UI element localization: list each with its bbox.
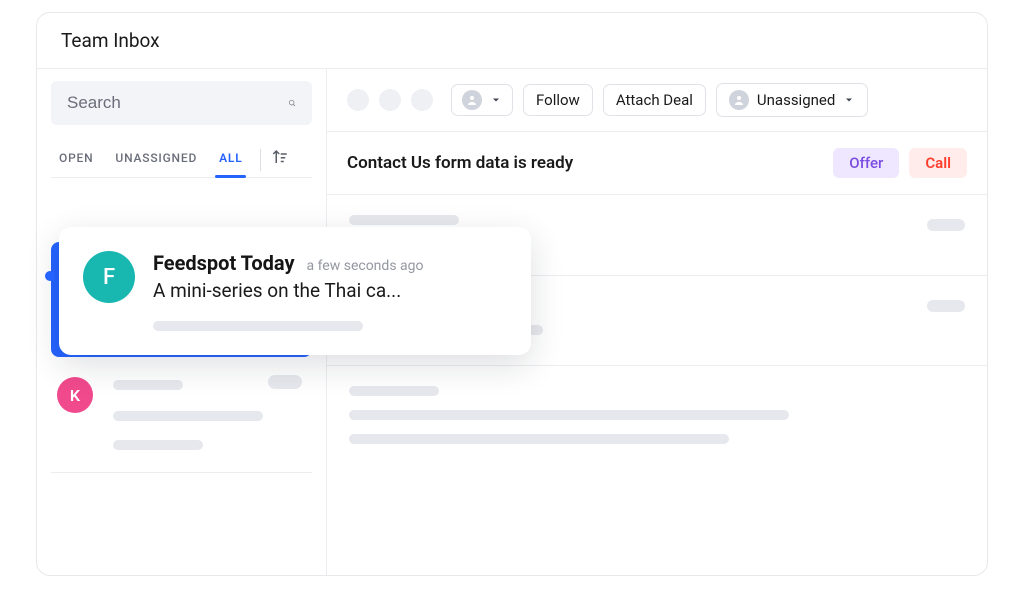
app-window: Team Inbox OPEN UNASSIGNED ALL: [36, 12, 988, 576]
toolbar: Follow Attach Deal Unassigned: [327, 69, 987, 132]
assign-label: Unassigned: [757, 91, 835, 109]
attach-deal-button[interactable]: Attach Deal: [603, 84, 706, 116]
notification-title: Feedspot Today: [153, 251, 295, 275]
conversation-item[interactable]: K: [51, 357, 312, 473]
line-skeleton: [349, 410, 789, 420]
notification-toast[interactable]: F Feedspot Today a few seconds ago A min…: [59, 227, 531, 355]
preview-skeleton: [153, 321, 363, 331]
thread-subject: Contact Us form data is ready: [347, 153, 573, 173]
action-placeholder-icon[interactable]: [347, 89, 369, 111]
notification-subject: A mini-series on the Thai ca...: [153, 279, 507, 302]
filter-tabs: OPEN UNASSIGNED ALL: [51, 143, 312, 178]
search-icon: [288, 93, 296, 113]
follow-button[interactable]: Follow: [523, 84, 593, 116]
action-placeholder-icon[interactable]: [411, 89, 433, 111]
sort-icon[interactable]: [271, 148, 289, 166]
person-icon: [729, 90, 749, 110]
tag-group: Offer Call: [833, 148, 967, 178]
person-icon: [462, 90, 482, 110]
assignee-dropdown[interactable]: [451, 84, 513, 116]
avatar: F: [83, 251, 135, 303]
tab-unassigned[interactable]: UNASSIGNED: [107, 143, 205, 177]
subject-skeleton: [113, 411, 263, 421]
avatar: K: [57, 377, 93, 413]
chevron-down-icon: [490, 94, 502, 106]
tag-offer[interactable]: Offer: [833, 148, 899, 178]
notification-time: a few seconds ago: [307, 258, 424, 274]
line-skeleton: [349, 215, 459, 225]
tab-open[interactable]: OPEN: [51, 143, 101, 177]
search-field[interactable]: [51, 81, 312, 125]
tabs-divider: [260, 149, 261, 171]
page-title: Team Inbox: [37, 13, 987, 69]
assign-dropdown[interactable]: Unassigned: [716, 83, 868, 117]
action-dots: [347, 89, 433, 111]
preview-skeleton: [113, 440, 203, 450]
time-chip: [927, 219, 965, 231]
subject-bar: Contact Us form data is ready Offer Call: [327, 132, 987, 195]
chevron-down-icon: [843, 94, 855, 106]
name-skeleton: [113, 380, 183, 390]
line-skeleton: [349, 434, 729, 444]
line-skeleton: [349, 386, 439, 396]
search-input[interactable]: [67, 93, 288, 113]
tag-call[interactable]: Call: [909, 148, 967, 178]
time-chip: [268, 375, 302, 389]
time-chip: [927, 300, 965, 312]
message[interactable]: [327, 366, 987, 474]
tab-all[interactable]: ALL: [211, 143, 250, 177]
action-placeholder-icon[interactable]: [379, 89, 401, 111]
